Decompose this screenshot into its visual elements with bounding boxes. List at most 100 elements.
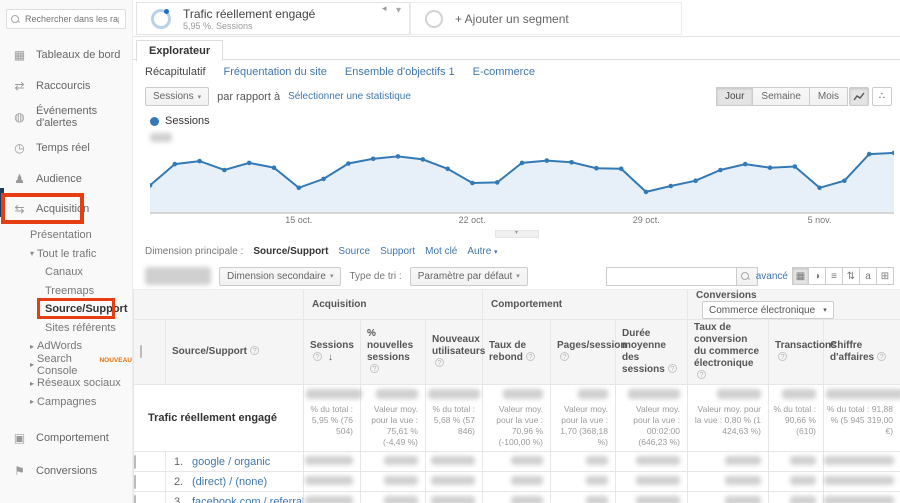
sort-desc-icon[interactable]: ↓ [328,352,333,363]
annotation-red-box [37,298,115,319]
row-source-link[interactable]: google / organic [192,456,270,468]
sidebar-item-r-seaux-sociaux[interactable]: ▸Réseaux sociaux [0,374,132,393]
tab-explorer[interactable]: Explorateur [136,40,223,61]
sidebar-item-pr-sentation[interactable]: Présentation [0,226,132,245]
column-sessions[interactable]: Sessions?↓ [304,320,361,385]
row-checkbox-cell [134,472,166,492]
table-search-button[interactable] [736,267,758,286]
report-search-input[interactable] [23,13,121,25]
sidebar-item-label: Présentation [30,229,92,241]
help-icon[interactable]: ? [250,346,259,355]
subtab-fr-quentation-du-site[interactable]: Fréquentation du site [224,66,327,78]
term-cloud-view-icon[interactable]: a [860,267,877,285]
subtab-e-commerce[interactable]: E-commerce [473,66,535,78]
column-chiffre-d-affaires[interactable]: Chiffre d'affaires? [824,320,900,385]
help-icon[interactable]: ? [435,358,444,367]
row-metric-cell [483,492,551,503]
subtab-r-capitulatif[interactable]: Récapitulatif [145,66,206,78]
select-statistic-link[interactable]: Sélectionner une statistique [288,91,411,102]
sidebar-item-sites-r-f-rents[interactable]: Sites référents [0,319,132,338]
help-icon[interactable]: ? [877,352,886,361]
sidebar-item-conversions[interactable]: ⚑Conversions [0,454,132,487]
row-checkbox[interactable] [134,455,136,469]
row-source-link[interactable]: (direct) / (none) [192,476,267,488]
summary-metric-note: % du total : 91,88 % (5 945 319,00 €) [826,404,893,437]
report-search-box[interactable] [6,9,126,29]
collapse-panel-icon[interactable]: ◂ [382,3,387,14]
help-icon[interactable]: ? [313,352,322,361]
sidebar-item-comportement[interactable]: ▣Comportement [0,421,132,454]
select-all-checkbox[interactable] [140,345,142,358]
row-checkbox[interactable] [134,495,136,503]
column-label: % nouvelles sessions [367,328,413,363]
header-checkbox-cell [134,320,166,385]
dimension-link-support[interactable]: Support [380,246,415,257]
dimension-link-source[interactable]: Source [338,246,370,257]
row-metric-cell [769,492,824,503]
help-icon[interactable]: ? [668,364,677,373]
sidebar-item-raccourcis[interactable]: ⇄Raccourcis [0,70,132,101]
sidebar-item-tableaux-de-bord[interactable]: ▦Tableaux de bord [0,39,132,70]
metric-select-button[interactable]: Sessions ▾ [145,87,209,106]
dimension-link-mot-cl-[interactable]: Mot clé [425,246,457,257]
sessions-line-chart[interactable] [150,144,894,214]
performance-view-icon[interactable]: ≡ [826,267,843,285]
row-metric-cell [551,472,616,492]
chevron-down-icon[interactable]: ▾ [396,5,401,16]
sort-type-button[interactable]: Paramètre par défaut ▾ [410,267,528,286]
summary-metric-cell: Valeur moy. pour la vue : 1,70 (368,18 %… [551,385,616,452]
column-pages-session[interactable]: Pages/session? [551,320,616,385]
row-checkbox[interactable] [134,475,136,489]
pivot-view-icon[interactable]: ⊞ [877,267,894,285]
chart-collapse-handle[interactable]: ▾ [495,230,539,238]
tab-bar: Explorateur [133,37,900,60]
summary-metric-cell: % du total : 91,88 % (5 945 319,00 €) [824,385,900,452]
sidebar-item-search-console[interactable]: ▸Search ConsoleNOUVEAU [0,356,132,375]
row-rank: 3. [174,496,192,503]
sidebar-item-source-support[interactable]: Source/Support [0,300,132,319]
redacted-value [826,389,900,399]
column-source-support[interactable]: Source/Support? [166,320,304,385]
ecommerce-select[interactable]: Commerce électronique▾ [702,301,834,319]
percentage-view-icon[interactable]: ◑ [809,267,826,285]
comparison-view-icon[interactable]: ⇅ [843,267,860,285]
granularity-semaine-button[interactable]: Semaine [753,87,809,106]
advanced-filter-link[interactable]: avancé [756,271,788,282]
dimension-source-support[interactable]: Source/Support [253,246,328,257]
column-transactions[interactable]: Transactions? [769,320,824,385]
add-segment-card[interactable]: + Ajouter un segment [410,2,682,35]
column--nouvelles-sessions[interactable]: % nouvelles sessions? [361,320,426,385]
summary-metric-note: % du total : 90,66 % (610) [771,404,816,437]
column-nouveaux-utilisateurs[interactable]: Nouveaux utilisateurs? [426,320,483,385]
column-dur-e-moyenne-des-sessions[interactable]: Durée moyenne des sessions? [616,320,688,385]
help-icon[interactable]: ? [370,364,379,373]
help-icon[interactable]: ? [778,352,787,361]
active-segment-card[interactable]: Trafic réellement engagé 5,95 %. Session… [136,2,410,35]
sidebar-item-label: Raccourcis [36,80,90,92]
row-source-link[interactable]: facebook.com / referral [192,496,304,503]
sidebar-item-acquisition[interactable]: ⇆Acquisition [2,194,83,223]
sidebar-item-campagnes[interactable]: ▸Campagnes [0,393,132,412]
sidebar-item-canaux[interactable]: Canaux [0,263,132,282]
subtab-ensemble-d-objectifs-[interactable]: Ensemble d'objectifs 1 [345,66,455,78]
sidebar-item-label: Réseaux sociaux [37,377,121,389]
line-chart-view-button[interactable] [849,87,869,106]
sidebar-item-audience[interactable]: ♟Audience [0,163,132,194]
dimension-other-dropdown[interactable]: Autre ▾ [467,246,497,257]
column-taux-de-rebond[interactable]: Taux de rebond? [483,320,551,385]
table-view-icon[interactable]: ▦ [792,267,809,285]
table-search-input[interactable] [606,267,736,286]
column-label: Taux de conversion du commerce électroni… [694,322,759,369]
column-taux-de-conversion-du-commerce-lectronique[interactable]: Taux de conversion du commerce électroni… [688,320,769,385]
motion-chart-view-button[interactable]: ∴ [872,87,892,106]
help-icon[interactable]: ? [697,370,706,379]
granularity-mois-button[interactable]: Mois [810,87,848,106]
granularity-jour-button[interactable]: Jour [716,87,753,106]
dropdown-arrow-icon: ▾ [823,306,827,314]
sidebar-item-temps-r-el[interactable]: ◷Temps réel [0,132,132,163]
help-icon[interactable]: ? [526,352,535,361]
secondary-dimension-button[interactable]: Dimension secondaire ▾ [219,267,341,286]
sidebar-item-tout-le-trafic[interactable]: ▾Tout le trafic [0,245,132,264]
sidebar-item--v-nements-d-alertes[interactable]: ◍Événements d'alertes [0,101,132,132]
help-icon[interactable]: ? [560,352,569,361]
